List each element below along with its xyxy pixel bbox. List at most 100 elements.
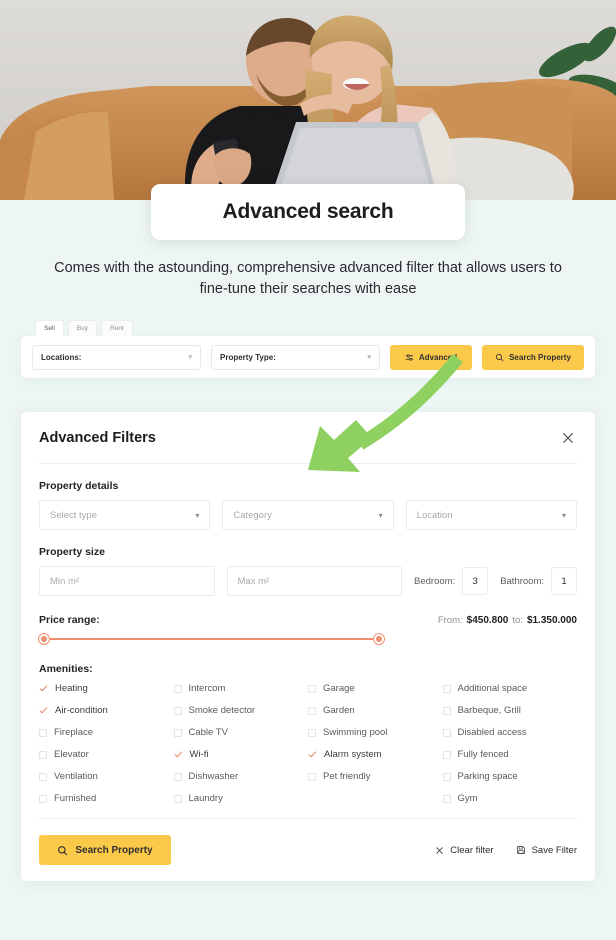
location-dropdown[interactable]: Location ▾ bbox=[405, 500, 577, 530]
amenity-label: Laundry bbox=[188, 793, 223, 804]
amenity-checkbox[interactable]: Intercom bbox=[173, 683, 309, 694]
checkbox-empty-icon bbox=[442, 706, 451, 715]
amenity-checkbox[interactable]: Additional space bbox=[442, 683, 578, 694]
amenity-label: Wi-fi bbox=[189, 749, 209, 760]
bathroom-label: Bathroom: bbox=[500, 575, 545, 587]
amenity-checkbox[interactable]: Smoke detector bbox=[173, 705, 309, 716]
checkbox-empty-icon bbox=[442, 794, 451, 803]
price-range-values: From: $450.800 to: $1.350.000 bbox=[438, 615, 577, 626]
close-icon bbox=[436, 846, 444, 854]
bedroom-group: Bedroom: 3 bbox=[414, 567, 489, 595]
amenity-checkbox[interactable]: Heating bbox=[39, 683, 174, 694]
checkbox-empty-icon bbox=[442, 728, 451, 737]
amenities-column: Intercom Smoke detector Cable TV Wi-fi Dishw… bbox=[173, 683, 309, 804]
search-property-button-top[interactable]: Search Property bbox=[482, 344, 584, 370]
amenity-checkbox[interactable]: Fireplace bbox=[39, 727, 174, 738]
checkbox-empty-icon bbox=[39, 750, 47, 759]
price-to-value: $1.350.000 bbox=[526, 615, 577, 626]
filters-title: Advanced Filters bbox=[39, 429, 156, 446]
search-tabs: Sell Buy Rent bbox=[35, 320, 595, 336]
chevron-down-icon: ▾ bbox=[195, 510, 200, 520]
bathroom-group: Bathroom: 1 bbox=[500, 567, 578, 595]
slider-handle-max[interactable] bbox=[374, 634, 384, 644]
amenity-checkbox[interactable]: Alarm system bbox=[308, 749, 443, 760]
min-size-placeholder: Min m² bbox=[50, 575, 80, 587]
amenity-label: Smoke detector bbox=[188, 705, 256, 716]
page-subtitle: Comes with the astounding, comprehensive… bbox=[54, 260, 562, 297]
amenity-checkbox[interactable]: Garden bbox=[308, 705, 443, 716]
bedroom-label: Bedroom: bbox=[414, 575, 456, 587]
checkbox-empty-icon bbox=[308, 772, 316, 781]
amenity-label: Dishwasher bbox=[188, 771, 239, 782]
amenity-label: Cable TV bbox=[188, 727, 228, 738]
amenity-checkbox[interactable]: Garage bbox=[308, 683, 443, 694]
amenity-checkbox[interactable]: Wi-fi bbox=[174, 749, 309, 760]
advanced-filters-panel: Advanced Filters Property details Select… bbox=[21, 412, 595, 881]
amenities-column: Additional space Barbeque, Grill Disabled … bbox=[442, 683, 578, 804]
amenity-checkbox[interactable]: Ventilation bbox=[39, 771, 174, 782]
checkbox-empty-icon bbox=[173, 794, 182, 803]
search-icon bbox=[496, 353, 504, 361]
checkbox-empty-icon bbox=[39, 794, 47, 803]
select-type-value: Select type bbox=[50, 509, 97, 521]
amenities-grid: Heating Air-condition Fireplace Elevator Ven… bbox=[39, 683, 577, 819]
amenities-label: Amenities: bbox=[39, 663, 93, 675]
locations-select[interactable]: Locations: ▾ bbox=[32, 344, 201, 370]
property-type-select[interactable]: Property Type: ▾ bbox=[211, 344, 380, 370]
clear-filter-label: Clear filter bbox=[450, 844, 494, 856]
amenity-checkbox[interactable]: Air-condition bbox=[39, 705, 174, 716]
advanced-button[interactable]: Advanced bbox=[390, 344, 472, 370]
amenity-checkbox[interactable]: Disabled access bbox=[442, 727, 578, 738]
amenity-checkbox[interactable]: Laundry bbox=[173, 793, 309, 804]
price-from-label: From: bbox=[437, 615, 463, 626]
price-range-slider[interactable] bbox=[39, 633, 384, 645]
category-dropdown[interactable]: Category ▾ bbox=[222, 500, 394, 530]
property-details-row: Select type ▾ Category ▾ Location ▾ bbox=[39, 500, 577, 530]
search-property-button-top-label: Search Property bbox=[509, 352, 571, 362]
tab-buy[interactable]: Buy bbox=[67, 320, 98, 336]
save-filter-label: Save Filter bbox=[531, 844, 577, 856]
tab-rent[interactable]: Rent bbox=[101, 320, 133, 336]
amenity-checkbox[interactable]: Barbeque, Grill bbox=[442, 705, 578, 716]
chevron-down-icon: ▾ bbox=[188, 354, 192, 361]
amenity-label: Pet friendly bbox=[323, 771, 371, 782]
price-range-label: Price range: bbox=[39, 614, 100, 626]
clear-filter-button[interactable]: Clear filter bbox=[435, 844, 494, 856]
amenity-label: Additional space bbox=[457, 683, 528, 694]
amenity-checkbox[interactable]: Dishwasher bbox=[173, 771, 309, 782]
save-filter-button[interactable]: Save Filter bbox=[516, 845, 577, 856]
amenity-checkbox[interactable]: Pet friendly bbox=[308, 771, 443, 782]
sliders-icon bbox=[405, 353, 414, 361]
amenity-label: Air-condition bbox=[55, 705, 108, 716]
chevron-down-icon: ▾ bbox=[561, 510, 566, 520]
locations-select-label: Locations: bbox=[41, 352, 82, 362]
amenity-label: Elevator bbox=[54, 749, 89, 760]
amenity-checkbox[interactable]: Swimming pool bbox=[308, 727, 443, 738]
max-size-placeholder: Max m² bbox=[237, 575, 270, 587]
amenity-checkbox[interactable]: Elevator bbox=[39, 749, 174, 760]
amenity-checkbox[interactable]: Cable TV bbox=[173, 727, 309, 738]
checkbox-empty-icon bbox=[173, 772, 182, 781]
page-title: Advanced search bbox=[222, 200, 394, 223]
bedroom-input[interactable]: 3 bbox=[462, 567, 489, 595]
amenity-checkbox[interactable]: Fully fenced bbox=[442, 749, 578, 760]
price-to-label: to: bbox=[512, 615, 523, 626]
checkbox-empty-icon bbox=[39, 728, 47, 737]
slider-handle-min[interactable] bbox=[39, 634, 49, 644]
max-size-input[interactable]: Max m² bbox=[226, 566, 402, 596]
property-size-label: Property size bbox=[39, 546, 105, 558]
amenity-label: Fireplace bbox=[54, 727, 94, 738]
tab-sell[interactable]: Sell bbox=[35, 320, 64, 336]
amenity-label: Ventilation bbox=[54, 771, 98, 782]
quick-search-bar: Sell Buy Rent Locations: ▾ Property Type… bbox=[21, 320, 595, 378]
select-type-dropdown[interactable]: Select type ▾ bbox=[39, 500, 211, 530]
min-size-input[interactable]: Min m² bbox=[39, 566, 215, 596]
amenity-checkbox[interactable]: Furnished bbox=[39, 793, 174, 804]
amenities-column: Garage Garden Swimming pool Alarm system Pet… bbox=[308, 683, 443, 804]
amenity-checkbox[interactable]: Gym bbox=[442, 793, 578, 804]
close-icon[interactable] bbox=[559, 429, 577, 447]
checkbox-empty-icon bbox=[308, 728, 316, 737]
amenity-checkbox[interactable]: Parking space bbox=[442, 771, 578, 782]
bathroom-input[interactable]: 1 bbox=[551, 567, 578, 595]
search-property-button[interactable]: Search Property bbox=[39, 835, 171, 865]
